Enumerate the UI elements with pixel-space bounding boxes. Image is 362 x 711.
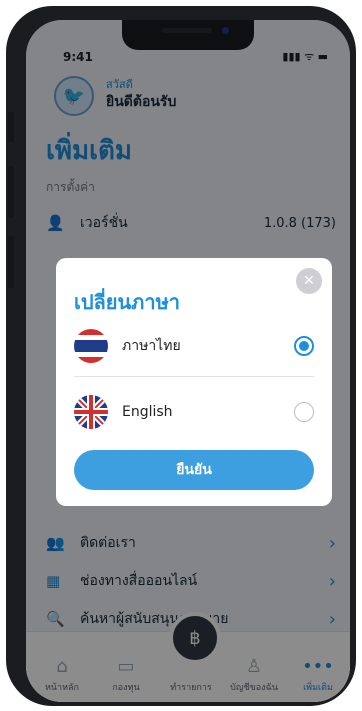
volume-down-button bbox=[8, 236, 14, 288]
dialog-title: เปลี่ยนภาษา bbox=[74, 290, 181, 314]
screen: 9:41 ▮▮▮ ᯤ ▬ 🐦 สวัสดี ยินดีต้อนรับ เพิ่ม… bbox=[26, 20, 350, 702]
radio-thai-selected[interactable] bbox=[294, 336, 314, 356]
uk-flag-icon bbox=[74, 395, 108, 429]
language-option-english[interactable]: English bbox=[74, 392, 314, 432]
mute-switch bbox=[8, 112, 14, 142]
thailand-flag-icon bbox=[74, 329, 108, 363]
language-option-thai[interactable]: ภาษาไทย bbox=[74, 326, 314, 366]
phone-frame: 9:41 ▮▮▮ ᯤ ▬ 🐦 สวัสดี ยินดีต้อนรับ เพิ่ม… bbox=[6, 6, 356, 706]
radio-english[interactable] bbox=[294, 402, 314, 422]
divider bbox=[74, 376, 314, 377]
option-english-label: English bbox=[122, 404, 173, 420]
option-thai-label: ภาษาไทย bbox=[122, 338, 181, 354]
close-icon[interactable]: ✕ bbox=[296, 268, 322, 294]
volume-up-button bbox=[8, 166, 14, 218]
confirm-button[interactable]: ยืนยัน bbox=[74, 450, 314, 490]
language-dialog: ✕ เปลี่ยนภาษา ภาษาไทย English ยืนยัน bbox=[56, 258, 332, 506]
